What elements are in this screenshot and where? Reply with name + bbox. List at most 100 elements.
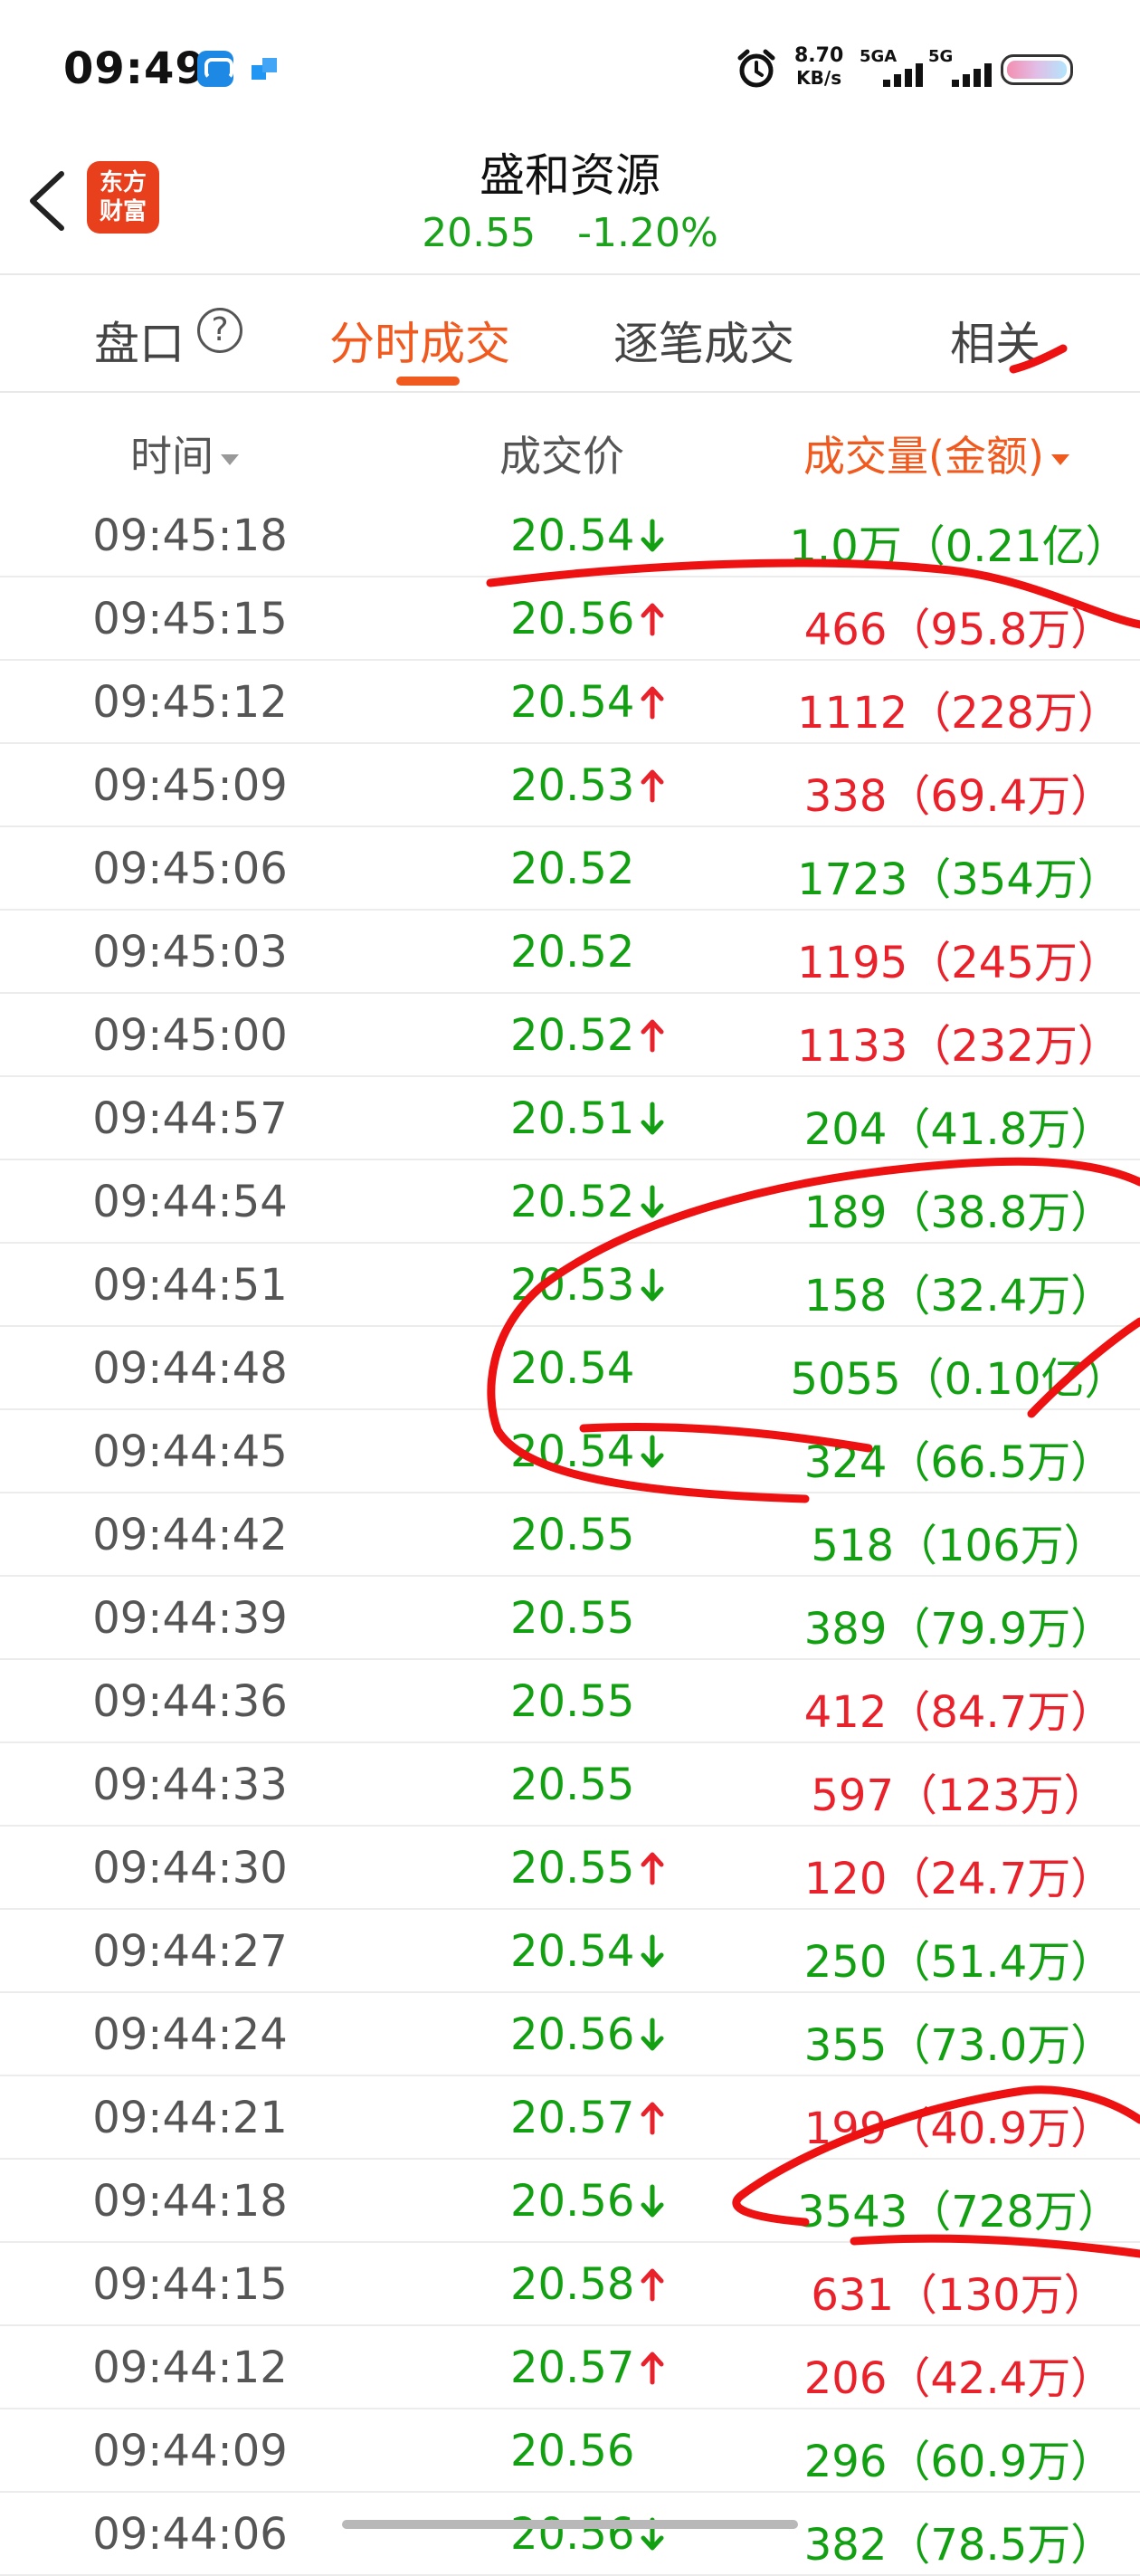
arrow-up-icon bbox=[641, 2102, 664, 2135]
home-indicator[interactable] bbox=[342, 2520, 798, 2529]
trade-volume-amount: 120（24.7万） bbox=[803, 1854, 1115, 1904]
trade-price: 20.55 bbox=[510, 1760, 635, 1810]
trade-time: 09:44:12 bbox=[92, 2342, 288, 2393]
trade-row: 09:44:33 20.55 597（123万） bbox=[0, 1743, 1140, 1827]
trade-price: 20.52 bbox=[510, 844, 635, 894]
trade-volume-amount: 1723（354万） bbox=[797, 854, 1121, 905]
trade-row: 09:44:12 20.57 206（42.4万） bbox=[0, 2326, 1140, 2409]
trade-time: 09:44:33 bbox=[92, 1760, 288, 1810]
trade-price: 20.52 bbox=[510, 1010, 665, 1061]
arrow-down-icon bbox=[641, 1435, 664, 1468]
arrow-down-icon bbox=[641, 1268, 664, 1302]
trade-time: 09:44:36 bbox=[92, 1676, 288, 1727]
signal-sim2-icon: 5G bbox=[928, 47, 993, 91]
trade-volume-amount: 518（106万） bbox=[811, 1521, 1107, 1571]
signal-sim1-icon: 5GA bbox=[860, 47, 925, 91]
stock-header: 东方 财富 盛和资源 20.55 -1.20% bbox=[0, 136, 1140, 275]
sort-caret-icon bbox=[221, 453, 239, 465]
trade-price: 20.58 bbox=[510, 2259, 665, 2310]
arrow-down-icon bbox=[641, 1102, 664, 1135]
arrow-down-icon bbox=[641, 519, 664, 552]
trade-row: 09:44:21 20.57 199（40.9万） bbox=[0, 2076, 1140, 2160]
trade-price: 20.55 bbox=[510, 1843, 665, 1894]
arrow-down-icon bbox=[641, 1185, 664, 1218]
trade-volume-amount: 1.0万（0.21亿） bbox=[789, 521, 1129, 572]
trade-time: 09:45:18 bbox=[92, 510, 288, 561]
trade-volume-amount: 382（78.5万） bbox=[803, 2520, 1115, 2571]
trade-row: 09:44:30 20.55 120（24.7万） bbox=[0, 1827, 1140, 1910]
trade-row: 09:44:45 20.54 324（66.5万） bbox=[0, 1410, 1140, 1493]
trade-volume-amount: 296（60.9万） bbox=[803, 2437, 1115, 2487]
trade-row: 09:44:09 20.56 296（60.9万） bbox=[0, 2409, 1140, 2493]
stock-price: 20.55 bbox=[422, 210, 537, 256]
column-header: 时间 成交价 成交量(金额) bbox=[0, 391, 1140, 494]
trade-time: 09:45:03 bbox=[92, 927, 288, 978]
trade-volume-amount: 597（123万） bbox=[811, 1770, 1107, 1821]
trade-volume-amount: 412（84.7万） bbox=[803, 1687, 1115, 1738]
trade-row: 09:44:48 20.54 5055（0.10亿） bbox=[0, 1327, 1140, 1410]
app-notification-icon bbox=[197, 51, 233, 87]
trade-time: 09:44:51 bbox=[92, 1260, 288, 1311]
trade-row: 09:44:51 20.53 158（32.4万） bbox=[0, 1244, 1140, 1327]
arrow-up-icon bbox=[641, 2352, 664, 2385]
trade-time: 09:45:15 bbox=[92, 594, 288, 644]
arrow-up-icon bbox=[641, 603, 664, 636]
trade-time: 09:44:42 bbox=[92, 1510, 288, 1560]
arrow-down-icon bbox=[641, 1934, 664, 1968]
trade-row: 09:44:54 20.52 189（38.8万） bbox=[0, 1160, 1140, 1244]
trade-price: 20.57 bbox=[510, 2342, 665, 2393]
trade-volume-amount: 389（79.9万） bbox=[803, 1604, 1115, 1655]
tab-order-book[interactable]: 盘口? bbox=[94, 308, 242, 373]
column-price: 成交价 bbox=[499, 432, 624, 481]
trade-time: 09:44:24 bbox=[92, 2009, 288, 2060]
tab-time-trades[interactable]: 分时成交 bbox=[329, 308, 510, 373]
sort-caret-icon bbox=[1050, 453, 1069, 465]
clock: 09:49 bbox=[63, 43, 206, 94]
trade-time: 09:44:15 bbox=[92, 2259, 288, 2310]
trade-volume-amount: 338（69.4万） bbox=[803, 771, 1115, 822]
trade-row: 09:45:03 20.52 1195（245万） bbox=[0, 911, 1140, 994]
sort-by-volume[interactable]: 成交量(金额) bbox=[803, 424, 1069, 483]
trade-price: 20.51 bbox=[510, 1093, 665, 1144]
trade-volume-amount: 5055（0.10亿） bbox=[790, 1354, 1128, 1405]
trade-price: 20.55 bbox=[510, 1510, 635, 1560]
help-icon[interactable]: ? bbox=[197, 308, 242, 353]
app-notification-icon-2 bbox=[252, 58, 279, 80]
trade-volume-amount: 1112（228万） bbox=[797, 688, 1121, 739]
arrow-up-icon bbox=[641, 2268, 664, 2302]
trade-price: 20.53 bbox=[510, 1260, 665, 1311]
arrow-up-icon bbox=[641, 769, 664, 803]
trade-volume-amount: 199（40.9万） bbox=[803, 2104, 1115, 2154]
trade-price: 20.56 bbox=[510, 2509, 665, 2560]
tab-tick-trades[interactable]: 逐笔成交 bbox=[613, 308, 794, 373]
trade-row: 09:45:18 20.54 1.0万（0.21亿） bbox=[0, 494, 1140, 577]
trade-time: 09:44:27 bbox=[92, 1926, 288, 1977]
trade-volume-amount: 1195（245万） bbox=[797, 938, 1121, 988]
trade-volume-amount: 631（130万） bbox=[811, 2270, 1107, 2321]
trade-volume-amount: 204（41.8万） bbox=[803, 1104, 1115, 1155]
trade-price: 20.54 bbox=[510, 1926, 665, 1977]
trade-time: 09:44:57 bbox=[92, 1093, 288, 1144]
trade-price: 20.54 bbox=[510, 677, 665, 728]
trade-price: 20.52 bbox=[510, 927, 635, 978]
tab-related[interactable]: 相关 bbox=[950, 308, 1040, 373]
trade-price: 20.52 bbox=[510, 1177, 665, 1227]
trade-time: 09:45:12 bbox=[92, 677, 288, 728]
trade-price: 20.56 bbox=[510, 594, 665, 644]
trade-price: 20.54 bbox=[510, 510, 665, 561]
trade-row: 09:45:09 20.53 338（69.4万） bbox=[0, 744, 1140, 827]
trade-time: 09:44:45 bbox=[92, 1426, 288, 1477]
trade-price: 20.56 bbox=[510, 2009, 665, 2060]
trade-price: 20.55 bbox=[510, 1593, 635, 1644]
status-bar: 09:49 8.70 KB/s 5GA 5G bbox=[0, 0, 1140, 136]
arrow-up-icon bbox=[641, 1019, 664, 1053]
trade-row: 09:44:06 20.56 382（78.5万） bbox=[0, 2493, 1140, 2576]
trade-volume-amount: 250（51.4万） bbox=[803, 1937, 1115, 1988]
trade-time: 09:44:39 bbox=[92, 1593, 288, 1644]
trade-time: 09:44:09 bbox=[92, 2426, 288, 2476]
trade-time: 09:44:48 bbox=[92, 1343, 288, 1394]
trade-row: 09:44:39 20.55 389（79.9万） bbox=[0, 1577, 1140, 1660]
trade-row: 09:45:15 20.56 466（95.8万） bbox=[0, 577, 1140, 661]
sort-by-time[interactable]: 时间 bbox=[130, 424, 239, 483]
trade-list[interactable]: 09:45:18 20.54 1.0万（0.21亿） 09:45:15 20.56 466… bbox=[0, 494, 1140, 2576]
